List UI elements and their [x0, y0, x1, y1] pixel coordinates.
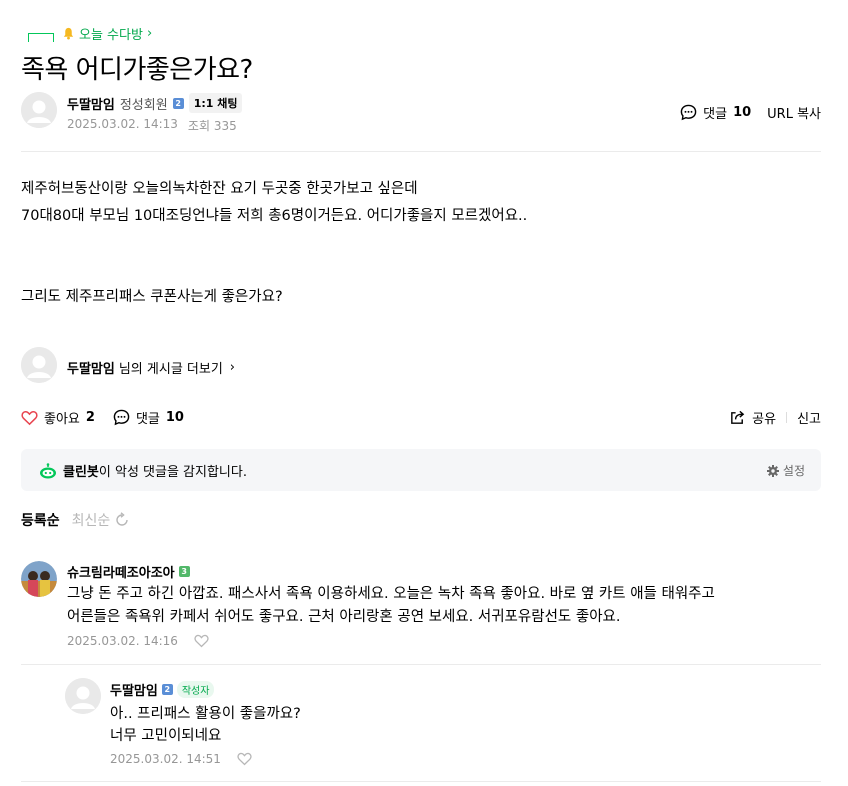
- top-actions: 댓글 10 URL 복사: [680, 103, 821, 122]
- comment-link[interactable]: 댓글 10: [680, 103, 751, 122]
- profile-photo: [21, 561, 57, 597]
- sort-latest-label: 최신순: [71, 513, 111, 529]
- comment-sort: 등록순 최신순: [21, 510, 130, 530]
- level-badge: 2: [172, 97, 184, 109]
- comment-bubble-icon: [113, 409, 130, 426]
- body-line-1: 제주허브동산이랑 오늘의녹차한잔 요기 두곳중 한곳가보고 싶은데: [21, 181, 418, 197]
- comment-divider: [21, 781, 821, 782]
- cleanbot-icon: [40, 462, 56, 478]
- reply-author: 두딸맘임 2 작성자: [110, 680, 215, 699]
- more-posts-link[interactable]: 두딸맘임 님의 게시글 더보기 ›: [67, 358, 235, 377]
- reply-text-line: 아.. 프리패스 활용이 좋을까요?: [110, 706, 301, 722]
- cleanbot-banner: 클린봇이 악성 댓글을 감지합니다. 설정: [21, 449, 821, 491]
- post-meta: 2025.03.02. 14:13 조회 335: [67, 117, 237, 134]
- comment-text-line: 어른들은 족욕위 카페서 쉬어도 좋구요. 근처 아리랑혼 공연 보세요. 서귀…: [67, 609, 621, 625]
- writer-tag: 작성자: [176, 681, 215, 698]
- commenter-avatar[interactable]: [21, 561, 57, 597]
- url-copy-button[interactable]: URL 복사: [767, 103, 821, 122]
- more-author-avatar[interactable]: [21, 347, 57, 383]
- comment-meta: 2025.03.02. 14:16: [67, 634, 209, 648]
- default-avatar-icon: [21, 347, 57, 383]
- share-label: 공유: [752, 412, 777, 427]
- author-name[interactable]: 두딸맘임: [67, 94, 115, 113]
- more-author-name: 두딸맘임: [67, 362, 115, 377]
- report-button[interactable]: 신고: [797, 408, 821, 427]
- more-posts-label: 님의 게시글 더보기: [118, 362, 223, 377]
- header-divider: [21, 151, 821, 152]
- sort-registered[interactable]: 등록순: [21, 510, 60, 530]
- reply-item: 두딸맘임 2 작성자: [110, 680, 215, 699]
- bell-icon: [63, 27, 74, 40]
- board-name: 오늘 수다방: [79, 28, 143, 43]
- post-title: 족욕 어디가좋은가요?: [21, 55, 253, 85]
- board-link[interactable]: 오늘 수다방 ›: [62, 24, 152, 43]
- comment-text-line: 그냥 돈 주고 하긴 아깝죠. 패스사서 족욕 이용하세요. 오늘은 녹차 족욕…: [67, 586, 715, 602]
- level-badge: 2: [161, 684, 173, 695]
- comment-item: 슈크림라떼조아조아 3: [67, 562, 190, 581]
- cleanbot-text: 이 악성 댓글을 감지합니다.: [98, 465, 247, 480]
- like-label: 좋아요: [44, 412, 80, 427]
- chevron-right-icon: ›: [229, 360, 235, 375]
- member-grade: 정성회원: [119, 97, 168, 113]
- comment-label: 댓글: [703, 107, 728, 122]
- refresh-icon: [116, 512, 128, 526]
- comment-date: 2025.03.02. 14:16: [67, 634, 178, 648]
- heart-icon: [21, 410, 38, 425]
- cleanbot-name: 클린봇: [63, 465, 99, 480]
- share-button[interactable]: 공유: [729, 408, 776, 427]
- share-report-actions: 공유 신고: [729, 408, 821, 427]
- reaction-bar: 좋아요 2 댓글 10: [21, 408, 184, 427]
- comment-divider: [21, 664, 821, 665]
- cleanbot-settings-button[interactable]: 설정: [766, 462, 805, 479]
- heart-icon[interactable]: [237, 752, 252, 766]
- author-info: 두딸맘임 정성회원 2 1:1 채팅: [67, 93, 243, 113]
- body-line-2: 70대80대 부모님 10대조딩언냐들 저희 총6명이거든요. 어디가좋을지 모…: [21, 208, 528, 224]
- sort-latest[interactable]: 최신순: [72, 510, 131, 530]
- comment-author-name[interactable]: 슈크림라떼조아조아: [67, 562, 175, 581]
- comment-count: 10: [165, 410, 184, 425]
- comment-bubble-icon: [680, 104, 697, 121]
- author-avatar[interactable]: [21, 92, 57, 128]
- reply-meta: 2025.03.02. 14:51: [110, 752, 252, 766]
- default-avatar-icon: [21, 92, 57, 128]
- settings-label: 설정: [782, 464, 805, 478]
- reply-text-line: 너무 고민이되네요: [110, 728, 222, 744]
- comment-toggle-button[interactable]: 댓글 10: [113, 408, 184, 427]
- reply-author-name[interactable]: 두딸맘임: [110, 680, 158, 699]
- post-date: 2025.03.02. 14:13: [67, 117, 178, 131]
- heart-icon[interactable]: [194, 634, 209, 648]
- cafe-indicator-line: [28, 33, 54, 42]
- body-line-3: 그리도 제주프리패스 쿠폰사는게 좋은가요?: [21, 289, 283, 305]
- like-count: 2: [85, 410, 95, 425]
- like-button[interactable]: 좋아요 2: [21, 408, 95, 427]
- reply-author-avatar[interactable]: [65, 678, 101, 714]
- gear-icon: [766, 464, 779, 477]
- level-badge: 3: [178, 566, 190, 577]
- comment-author: 슈크림라떼조아조아 3: [67, 562, 190, 581]
- chevron-right-icon: ›: [146, 26, 153, 41]
- chat-button[interactable]: 1:1 채팅: [188, 93, 243, 113]
- view-count: 조회 335: [187, 119, 237, 133]
- action-separator: [786, 412, 788, 423]
- comment-label: 댓글: [135, 412, 160, 427]
- default-avatar-icon: [65, 678, 101, 714]
- share-icon: [731, 410, 745, 424]
- cleanbot-message: 클린봇이 악성 댓글을 감지합니다.: [39, 461, 247, 480]
- reply-date: 2025.03.02. 14:51: [110, 752, 221, 766]
- comment-count: 10: [733, 105, 752, 120]
